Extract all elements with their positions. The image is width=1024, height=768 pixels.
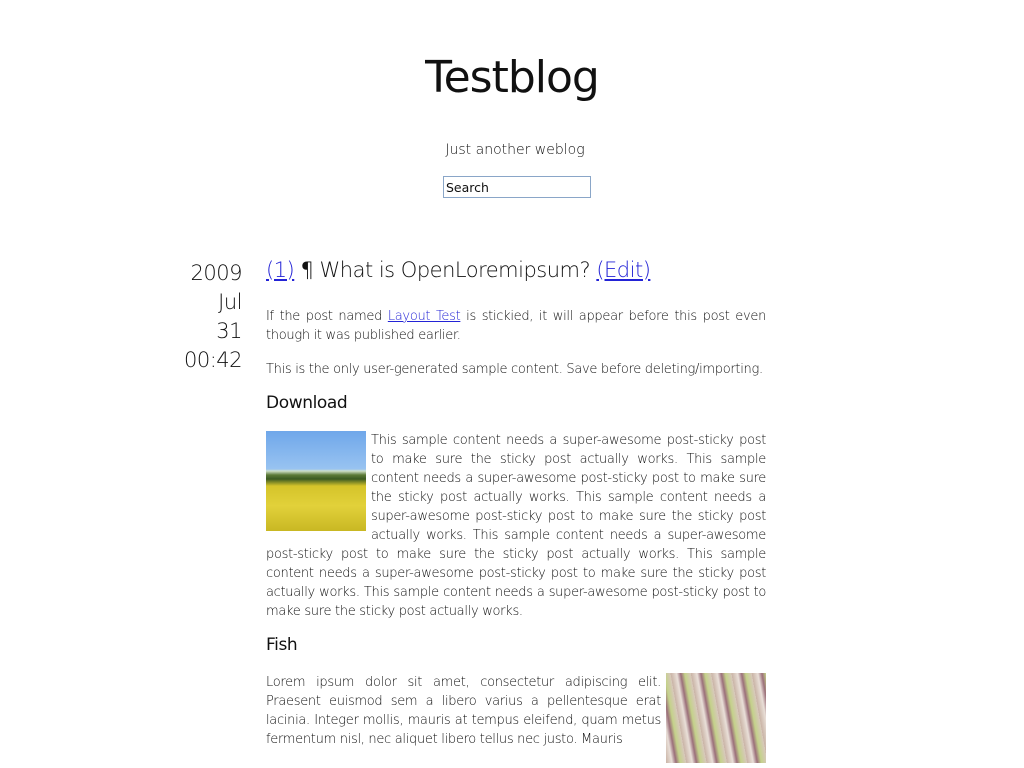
- download-heading: Download: [266, 393, 348, 413]
- post-content: If the post named Layout Test is stickie…: [266, 307, 766, 764]
- notice-paragraph: This is the only user-generated sample c…: [266, 362, 763, 377]
- fish-text: Lorem ipsum dolor sit amet, consectetur …: [266, 675, 661, 747]
- download-paragraph: This sample content needs a super-awesom…: [266, 431, 766, 621]
- site-tagline: Just another weblog: [445, 142, 585, 158]
- post-title: (1) ¶ What is OpenLoremipsum? (Edit): [266, 258, 786, 282]
- post-date-year: 2009: [190, 261, 243, 285]
- fish-heading: Fish: [266, 635, 298, 655]
- post-date: 2009 Jul 31 00:42: [160, 259, 243, 375]
- fish-paragraph: Lorem ipsum dolor sit amet, consectetur …: [266, 673, 766, 763]
- intro-paragraph: If the post named Layout Test is stickie…: [266, 307, 766, 345]
- field-photo: [266, 431, 366, 531]
- intro-text-before: If the post named: [266, 309, 388, 324]
- search-input[interactable]: [443, 176, 591, 198]
- bark-photo: [666, 673, 766, 763]
- post-date-time: 00:42: [183, 348, 243, 372]
- post-date-month: Jul: [218, 290, 242, 314]
- site-title[interactable]: Testblog: [0, 52, 1024, 103]
- permalink-pilcrow[interactable]: ¶: [300, 258, 313, 282]
- post-title-text[interactable]: What is OpenLoremipsum?: [320, 258, 591, 282]
- comments-link[interactable]: (1): [266, 258, 295, 282]
- edit-link[interactable]: (Edit): [596, 258, 651, 282]
- post-date-day: 31: [216, 319, 242, 343]
- layout-test-link[interactable]: Layout Test: [388, 309, 461, 324]
